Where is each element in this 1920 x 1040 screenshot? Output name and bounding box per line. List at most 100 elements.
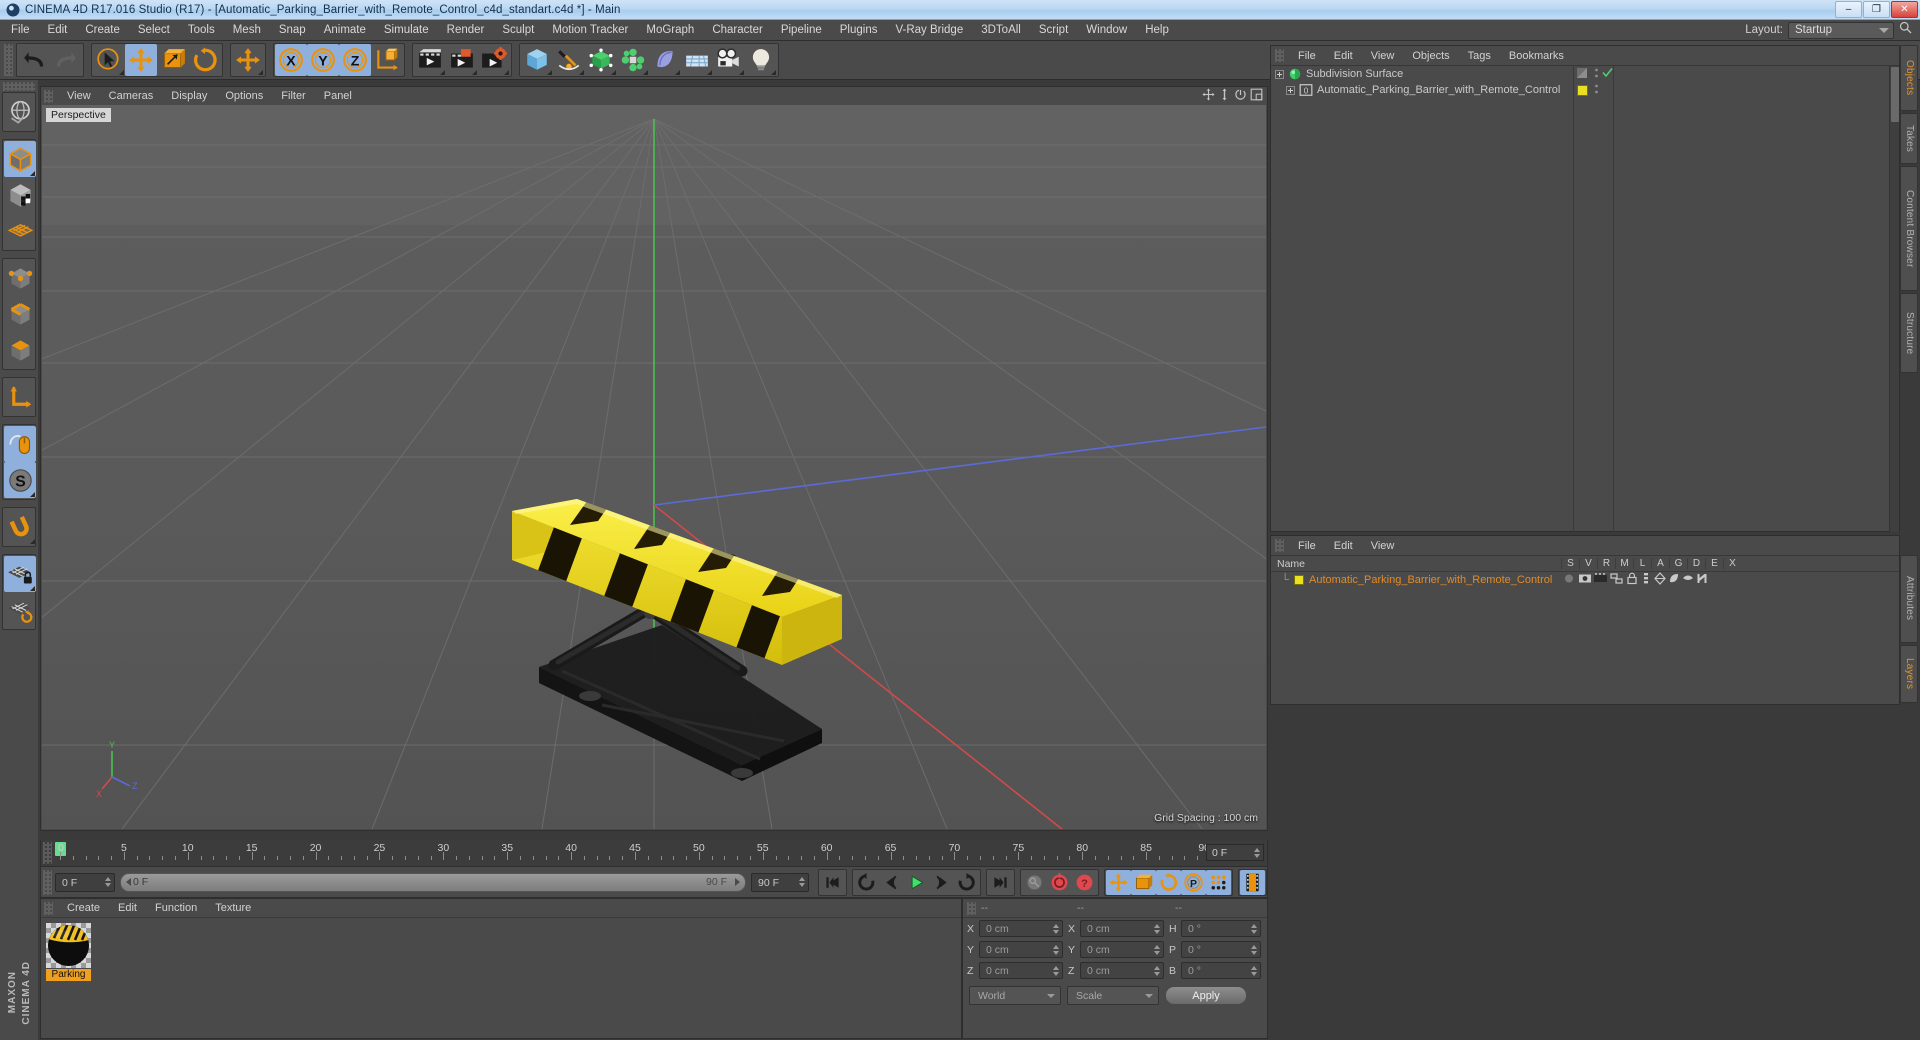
object-manager-body[interactable]: Subdivision Surface 0 Automatic_Parking_Ba… [1271, 66, 1899, 532]
viewport-menu-options[interactable]: Options [216, 87, 272, 105]
visibility-dots-icon[interactable] [1577, 66, 1591, 83]
material-tag-swatch[interactable] [1577, 84, 1588, 96]
polygons-mode-button[interactable] [4, 332, 36, 368]
maximize-viewport-icon[interactable] [1250, 88, 1263, 106]
popup-corner-icon[interactable] [643, 70, 648, 75]
menu-pipeline[interactable]: Pipeline [772, 20, 831, 41]
menu-file[interactable]: File [2, 20, 39, 41]
z-axis-lock-button[interactable]: Z [339, 44, 371, 76]
object-tree-row[interactable]: 0 Automatic_Parking_Barrier_with_Remote_C… [1271, 82, 1573, 98]
popup-corner-icon[interactable] [504, 70, 509, 75]
world-move-button[interactable] [232, 44, 264, 76]
popup-corner-icon[interactable] [707, 70, 712, 75]
world-object-coordinates-button[interactable] [371, 44, 403, 76]
menu-edit[interactable]: Edit [39, 20, 77, 41]
parameter-key-button[interactable]: P [1181, 869, 1206, 895]
tab-attributes[interactable]: Attributes [1900, 554, 1918, 643]
layer-manager-icon[interactable] [1609, 572, 1625, 588]
layer-manager-grip[interactable] [1275, 539, 1284, 552]
x-axis-lock-button[interactable]: X [275, 44, 307, 76]
menu-help[interactable]: Help [1136, 20, 1178, 41]
layer-expression-icon[interactable] [1681, 572, 1695, 588]
coord-position-field[interactable]: 0 cm [979, 920, 1063, 937]
coord-size-field[interactable]: 0 cm [1080, 920, 1164, 937]
coord-rotation-field[interactable]: 0 ° [1181, 941, 1261, 958]
play-button[interactable] [904, 870, 929, 895]
column-header-m[interactable]: M [1615, 558, 1633, 569]
column-header-a[interactable]: A [1651, 558, 1669, 569]
y-axis-lock-button[interactable]: Y [307, 44, 339, 76]
add-generator-button[interactable] [585, 44, 617, 76]
viewport-menu-filter[interactable]: Filter [272, 87, 314, 105]
timeline-grip[interactable] [43, 842, 52, 864]
object-manager-grip[interactable] [1275, 49, 1284, 62]
popup-corner-icon[interactable] [547, 70, 552, 75]
redo-button[interactable] [50, 44, 82, 76]
popup-corner-icon[interactable] [119, 70, 124, 75]
go-to-start-button[interactable] [820, 870, 845, 895]
material-menu-edit[interactable]: Edit [109, 899, 146, 918]
popup-corner-icon[interactable] [30, 586, 35, 591]
column-header-e[interactable]: E [1705, 558, 1723, 569]
menu-window[interactable]: Window [1077, 20, 1136, 41]
menu-script[interactable]: Script [1030, 20, 1077, 41]
layer-animation-icon[interactable] [1639, 572, 1653, 588]
object-menu-objects[interactable]: Objects [1403, 46, 1458, 66]
record-keyframe-button[interactable] [1022, 870, 1047, 895]
keyframe-selection-button[interactable]: ? [1072, 870, 1097, 895]
range-right-arrow-icon[interactable] [735, 878, 740, 886]
object-tag-cell[interactable] [1574, 66, 1613, 82]
coord-rotation-field[interactable]: 0 ° [1181, 962, 1261, 979]
dolly-icon[interactable] [1218, 88, 1231, 106]
object-menu-view[interactable]: View [1362, 46, 1404, 66]
close-button[interactable]: ✕ [1891, 1, 1918, 18]
viewport-grip[interactable] [44, 89, 53, 103]
popup-corner-icon[interactable] [739, 70, 744, 75]
maximize-button[interactable]: ❐ [1863, 1, 1890, 18]
scale-tool-button[interactable] [157, 44, 189, 76]
add-camera-button[interactable] [713, 44, 745, 76]
material-manager-grip[interactable] [44, 901, 53, 915]
column-header-g[interactable]: G [1669, 558, 1687, 569]
material-list[interactable]: Parking [41, 918, 961, 986]
dot-column-icon[interactable] [1594, 66, 1599, 83]
menu-v-ray-bridge[interactable]: V-Ray Bridge [886, 20, 972, 41]
menu-sculpt[interactable]: Sculpt [493, 20, 543, 41]
undo-button[interactable] [18, 44, 50, 76]
coordinate-space-dropdown[interactable]: World [969, 986, 1061, 1005]
viewport-menu-view[interactable]: View [58, 87, 100, 105]
pan-icon[interactable] [1202, 88, 1215, 106]
playbar-grip[interactable] [43, 869, 52, 895]
tab-objects[interactable]: Objects [1900, 45, 1918, 111]
add-deformer-button[interactable] [649, 44, 681, 76]
workplane-button[interactable]: S [4, 462, 36, 498]
layer-xref-icon[interactable] [1695, 572, 1709, 588]
planar-workplane-button[interactable] [4, 592, 36, 628]
move-tool-button[interactable] [125, 44, 157, 76]
tab-takes[interactable]: Takes [1900, 112, 1918, 164]
edges-mode-button[interactable] [4, 296, 36, 332]
previous-frame-button[interactable] [879, 870, 904, 895]
forward-loop-button[interactable] [954, 870, 979, 895]
popup-corner-icon[interactable] [440, 70, 445, 75]
column-header-l[interactable]: L [1633, 558, 1651, 569]
dot-column-icon[interactable] [1594, 82, 1599, 99]
object-menu-file[interactable]: File [1289, 46, 1325, 66]
add-mograph-button[interactable] [617, 44, 649, 76]
play-reverse-button[interactable] [854, 870, 879, 895]
layer-view-icon[interactable] [1577, 572, 1593, 588]
object-tag-cell[interactable] [1574, 82, 1613, 98]
enable-axis-button[interactable] [4, 379, 36, 415]
column-header-v[interactable]: V [1579, 558, 1597, 569]
model-mode-button[interactable] [4, 141, 36, 177]
minimize-button[interactable]: – [1835, 1, 1862, 18]
layer-lock-icon[interactable] [1625, 572, 1639, 588]
menu-mesh[interactable]: Mesh [224, 20, 270, 41]
spinner-icon[interactable] [1052, 964, 1059, 978]
object-tag-column[interactable] [1574, 66, 1614, 532]
material-item[interactable]: Parking [46, 923, 91, 981]
material-preview[interactable] [46, 923, 91, 968]
apply-button[interactable]: Apply [1165, 986, 1247, 1005]
column-header-r[interactable]: R [1597, 558, 1615, 569]
next-frame-button[interactable] [929, 870, 954, 895]
